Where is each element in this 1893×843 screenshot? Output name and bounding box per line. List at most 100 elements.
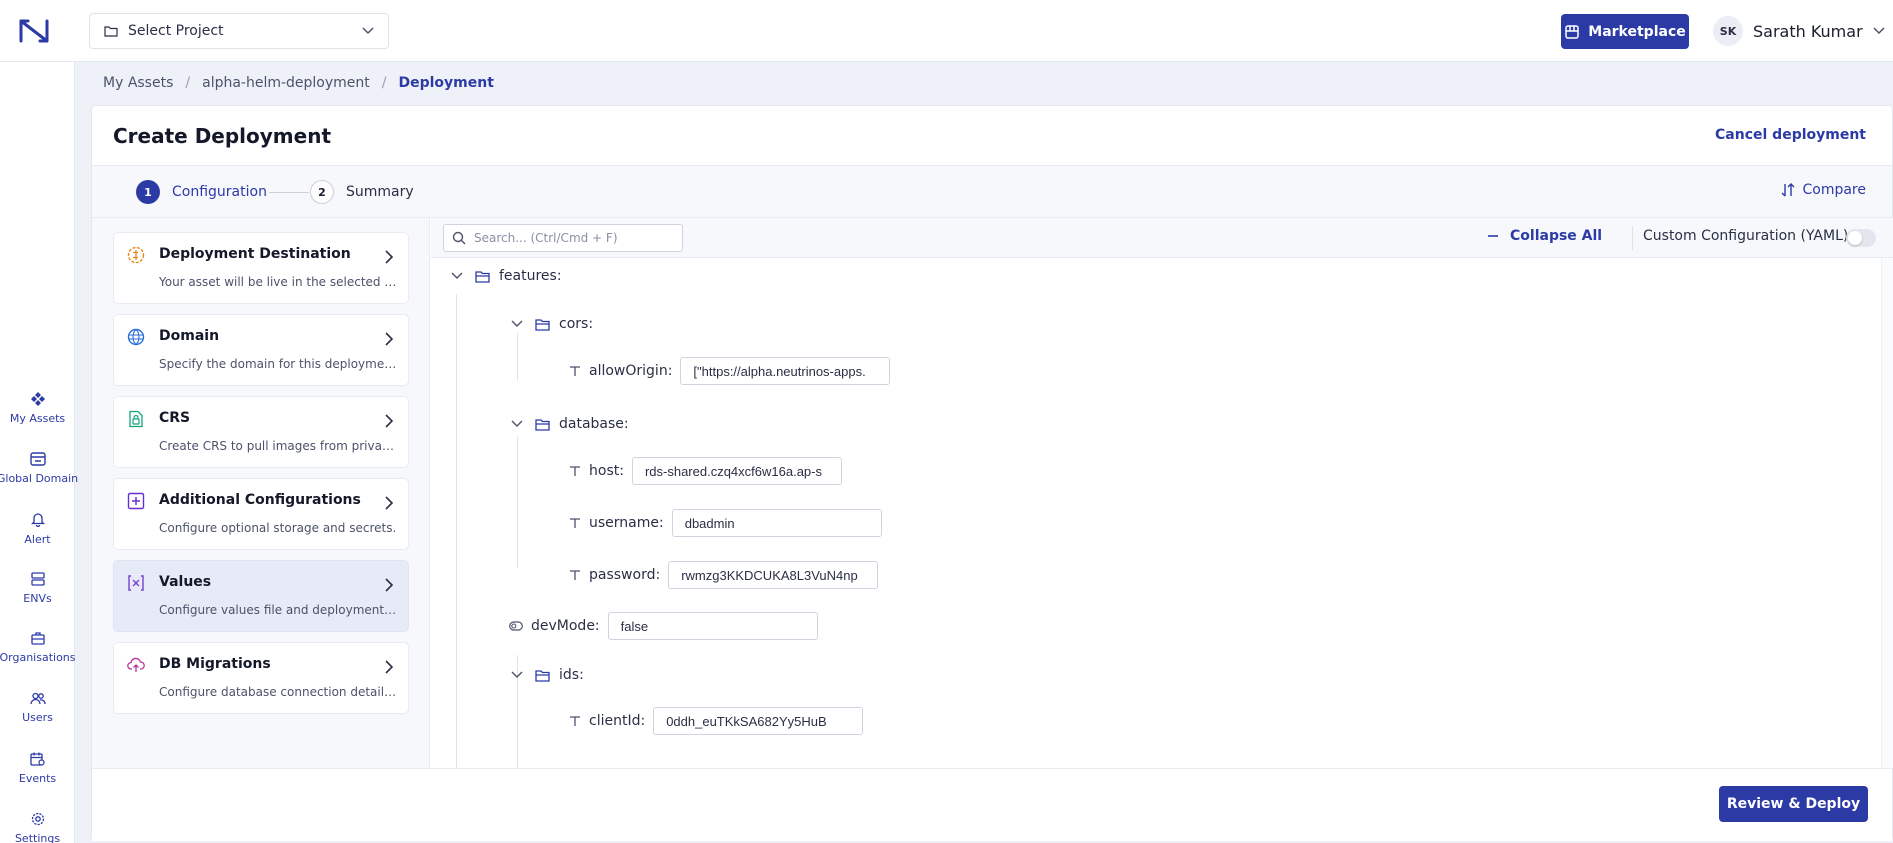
host-input[interactable] bbox=[631, 457, 842, 485]
boolean-toggle-icon bbox=[509, 621, 523, 631]
cloud-upload-icon bbox=[127, 657, 145, 672]
node-key: username: bbox=[589, 515, 664, 531]
project-select[interactable]: Select Project bbox=[89, 13, 389, 49]
section-desc: Configure database connection details fo… bbox=[159, 685, 397, 699]
username-input[interactable] bbox=[671, 509, 882, 537]
plus-square-icon bbox=[127, 492, 145, 510]
chevron-down-icon bbox=[451, 272, 463, 279]
folder-open-icon bbox=[475, 270, 490, 283]
node-key: features: bbox=[499, 268, 562, 284]
breadcrumb-item-my-assets[interactable]: My Assets bbox=[103, 75, 173, 91]
section-values[interactable]: Values Configure values file and deploym… bbox=[113, 560, 409, 632]
custom-config-toggle[interactable] bbox=[1846, 229, 1876, 247]
collapse-all-button[interactable]: Collapse All bbox=[1488, 228, 1602, 244]
top-bar: Select Project Marketplace SK Sarath Kum… bbox=[0, 0, 1893, 62]
section-title: Deployment Destination bbox=[159, 246, 351, 262]
tree-leaf-host: host: bbox=[569, 457, 842, 485]
section-additional-configurations[interactable]: Additional Configurations Configure opti… bbox=[113, 478, 409, 550]
text-type-icon bbox=[570, 518, 580, 528]
step-label: Configuration bbox=[172, 184, 267, 200]
breadcrumb-item-current: Deployment bbox=[398, 75, 494, 91]
rail-label: Settings bbox=[14, 832, 61, 843]
text-type-icon bbox=[570, 716, 580, 726]
stepper: 1 Configuration 2 Summary Compare bbox=[92, 166, 1892, 218]
app-logo-icon[interactable] bbox=[18, 19, 50, 43]
cancel-deployment-link[interactable]: Cancel deployment bbox=[1715, 127, 1866, 143]
chevron-down-icon bbox=[362, 27, 374, 35]
project-select-label: Select Project bbox=[128, 23, 224, 39]
collapse-chevron[interactable] bbox=[449, 268, 465, 284]
section-crs[interactable]: CRS Create CRS to pull images from priva… bbox=[113, 396, 409, 468]
password-input[interactable] bbox=[668, 561, 879, 589]
values-panel: Collapse All Custom Configuration (YAML)… bbox=[431, 218, 1893, 768]
section-desc: Your asset will be live in the selected … bbox=[159, 275, 397, 289]
section-deployment-destination[interactable]: Deployment Destination Your asset will b… bbox=[113, 232, 409, 304]
node-key: allowOrigin: bbox=[589, 363, 673, 379]
tree-guide bbox=[456, 294, 457, 768]
section-title: Domain bbox=[159, 328, 220, 344]
card-footer: Review & Deploy bbox=[92, 768, 1892, 841]
tree-leaf-password: password: bbox=[569, 561, 879, 589]
page-title: Create Deployment bbox=[113, 124, 332, 148]
avatar: SK bbox=[1713, 16, 1743, 46]
section-db-migrations[interactable]: DB Migrations Configure database connect… bbox=[113, 642, 409, 714]
chevron-right-icon bbox=[385, 660, 394, 674]
values-toolbar: Collapse All Custom Configuration (YAML) bbox=[431, 218, 1893, 258]
step-label: Summary bbox=[346, 184, 414, 200]
rail-item-events[interactable]: Events bbox=[0, 752, 75, 785]
rail-item-settings[interactable]: Settings bbox=[0, 812, 75, 843]
step-summary[interactable]: 2 Summary bbox=[310, 180, 414, 204]
review-deploy-button[interactable]: Review & Deploy bbox=[1719, 786, 1868, 822]
rail-label: Events bbox=[18, 772, 57, 785]
card-header: Create Deployment Cancel deployment bbox=[92, 106, 1892, 166]
rail-item-envs[interactable]: ENVs bbox=[0, 572, 75, 605]
marketplace-button[interactable]: Marketplace bbox=[1561, 14, 1689, 49]
tree-leaf-client-id: clientId: bbox=[569, 707, 864, 735]
tree-guide bbox=[517, 436, 518, 568]
folder-icon bbox=[104, 26, 118, 37]
bell-icon bbox=[30, 513, 45, 527]
step-connector bbox=[269, 192, 309, 193]
collapse-chevron[interactable] bbox=[509, 416, 525, 432]
minus-icon bbox=[1488, 235, 1498, 237]
collapse-chevron[interactable] bbox=[509, 316, 525, 332]
user-menu[interactable]: SK Sarath Kumar bbox=[1713, 16, 1885, 46]
rail-item-global-domain[interactable]: Global Domain bbox=[0, 452, 78, 485]
node-key: clientId: bbox=[589, 713, 646, 729]
rail-label: Organisations bbox=[0, 651, 76, 664]
section-title: DB Migrations bbox=[159, 656, 271, 672]
toggle-knob bbox=[1848, 231, 1862, 245]
allow-origin-input[interactable] bbox=[680, 357, 891, 385]
rail-item-users[interactable]: Users bbox=[0, 692, 75, 724]
chevron-right-icon bbox=[385, 332, 394, 346]
scrollbar[interactable] bbox=[1881, 258, 1893, 768]
tree-leaf-allow-origin: allowOrigin: bbox=[569, 357, 891, 385]
chevron-right-icon bbox=[385, 496, 394, 510]
gear-icon bbox=[31, 812, 44, 826]
chevron-down-icon bbox=[1873, 27, 1885, 35]
chevron-down-icon bbox=[511, 320, 523, 327]
client-id-input[interactable] bbox=[653, 707, 864, 735]
node-key: database: bbox=[559, 416, 629, 432]
rail-item-organisations[interactable]: Organisations bbox=[0, 632, 76, 664]
breadcrumb-item-asset[interactable]: alpha-helm-deployment bbox=[202, 75, 370, 91]
global-domain-icon bbox=[29, 452, 46, 466]
lock-file-icon bbox=[129, 410, 143, 428]
dev-mode-input[interactable] bbox=[607, 612, 818, 640]
step-configuration[interactable]: 1 Configuration bbox=[136, 180, 267, 204]
divider bbox=[1632, 226, 1633, 250]
marketplace-label: Marketplace bbox=[1588, 23, 1686, 40]
rail-item-alert[interactable]: Alert bbox=[0, 512, 75, 546]
custom-config-label: Custom Configuration (YAML) bbox=[1643, 228, 1849, 244]
destination-icon bbox=[127, 246, 145, 264]
compare-icon bbox=[1781, 183, 1795, 197]
section-title: Values bbox=[159, 574, 212, 590]
rail-item-my-assets[interactable]: My Assets bbox=[0, 392, 75, 425]
search-input[interactable] bbox=[474, 231, 674, 245]
section-domain[interactable]: Domain Specify the domain for this deplo… bbox=[113, 314, 409, 386]
users-icon bbox=[29, 692, 46, 705]
collapse-chevron[interactable] bbox=[509, 667, 525, 683]
tree-node-cors: cors: bbox=[509, 316, 593, 332]
compare-button[interactable]: Compare bbox=[1780, 182, 1866, 198]
text-type-icon bbox=[570, 466, 580, 476]
